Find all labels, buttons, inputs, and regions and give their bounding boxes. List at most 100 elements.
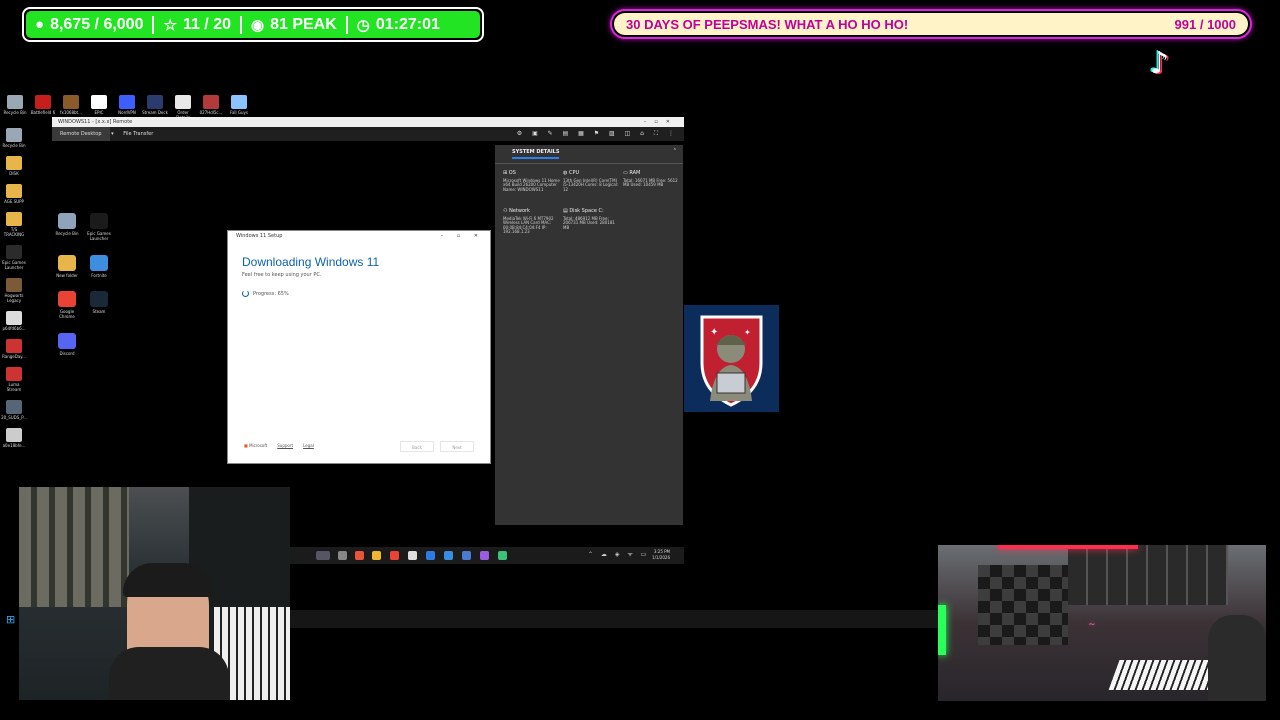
desktop-icon[interactable]: Hogwarts Legacy xyxy=(1,278,27,303)
channel-logo: ✦ ✦ xyxy=(684,305,779,412)
setup-heading: Downloading Windows 11 xyxy=(242,255,380,269)
desktop-icon[interactable]: 027Hdl5c... xyxy=(198,95,224,117)
remote-desktop-icon[interactable]: Google Chrome xyxy=(52,291,82,327)
tab-file-transfer[interactable]: File Transfer xyxy=(115,127,161,141)
setup-subtitle: Feel free to keep using your PC. xyxy=(242,272,322,278)
desktop-icon[interactable]: T/S TRACKING xyxy=(1,212,27,237)
system-tray-icons[interactable]: ⌃ ☁ ◈ ᯤ ▭ xyxy=(588,550,649,558)
desktop-icon-label: Epic Games Launcher xyxy=(2,260,26,270)
network-title: Network xyxy=(509,208,530,214)
app-icon xyxy=(6,128,22,142)
taskbar-clock[interactable]: 3:25 PM 1/1/2026 xyxy=(652,549,670,561)
os-title: OS xyxy=(508,170,516,176)
desktop-icon-label: EPIC xyxy=(94,110,104,115)
app-icon xyxy=(6,278,22,292)
soldier-shield-logo: ✦ ✦ xyxy=(700,315,763,407)
outlook-icon[interactable] xyxy=(426,551,435,560)
desktop-icon[interactable]: fx1068bt... xyxy=(58,95,84,117)
app-icon xyxy=(90,213,108,229)
goal-bar: 30 DAYS OF PEEPSMAS! WHAT A HO HO HO! 99… xyxy=(610,9,1252,39)
app-icon xyxy=(6,245,22,259)
legal-link[interactable]: Legal xyxy=(303,443,314,448)
widgets-icon[interactable] xyxy=(316,551,330,560)
desktop-icon[interactable]: Luma Stream xyxy=(1,367,27,392)
desktop-icon[interactable]: AGE SUPP xyxy=(1,184,27,204)
desktop-icon-label: RangeDay... xyxy=(2,354,26,359)
desktop-icon[interactable]: EPIC xyxy=(86,95,112,117)
svg-text:✦: ✦ xyxy=(710,327,718,338)
remote-desktop-icon-label: Google Chrome xyxy=(59,309,75,319)
system-details-tab[interactable]: SYSTEM DETAILS xyxy=(512,149,560,159)
remote-desktop-icon[interactable]: Steam xyxy=(84,291,114,327)
desktop-icon-label: fx1068bt... xyxy=(60,110,82,115)
remote-desktop-icon[interactable]: Recycle Bin xyxy=(52,213,82,249)
file-explorer-icon[interactable] xyxy=(372,551,381,560)
app-icon xyxy=(35,95,51,109)
cap xyxy=(123,563,213,597)
app-icon xyxy=(90,291,108,307)
task-view-icon[interactable] xyxy=(338,551,347,560)
app-icon xyxy=(6,339,22,353)
remote-window-titlebar: WINDOWS11 - [x.x.x] Remote –▫✕ xyxy=(52,117,684,127)
app-icon xyxy=(63,95,79,109)
desktop-icon[interactable]: Recycle Bin xyxy=(2,95,28,117)
app-icon xyxy=(175,95,191,109)
support-link[interactable]: Support xyxy=(277,443,293,448)
steam-icon[interactable] xyxy=(462,551,471,560)
collapse-icon[interactable]: ⌃ xyxy=(673,148,677,154)
desktop-icon[interactable]: NordVPN xyxy=(114,95,140,117)
desktop-icon[interactable]: Recycle Bin xyxy=(1,128,27,148)
desktop-icon[interactable]: DISK xyxy=(1,156,27,176)
cpu-title: CPU xyxy=(568,170,580,176)
toolbar-action-icons[interactable]: ⚙ ▣ ✎ ▤ ▦ ⚑ ▨ ◫ ⌂ ⛶ ⋮ xyxy=(517,127,678,141)
next-button[interactable]: Next xyxy=(440,441,474,452)
desktop-icon[interactable]: Stream Deck xyxy=(142,95,168,117)
app-icon[interactable] xyxy=(444,551,453,560)
remote-desktop-icon-label: Fortnite xyxy=(91,272,107,278)
desktop-icon-label: Battlefield 6 xyxy=(30,110,56,115)
window-controls[interactable]: –▫✕ xyxy=(644,117,678,127)
discord-icon[interactable] xyxy=(480,551,489,560)
network-details: MediaTek Wi-Fi 6 MT7902 Wireless LAN Car… xyxy=(503,215,554,234)
star-icon: ☆ xyxy=(163,16,177,34)
cpu-details: 13th Gen Intel(R) Core(TM) i5-13420H Cor… xyxy=(563,177,619,192)
desktop-icon[interactable]: Epic Games Launcher xyxy=(1,245,27,270)
remote-app-icon[interactable] xyxy=(498,551,507,560)
setup-window-controls[interactable]: – ▫ ✕ xyxy=(441,231,484,241)
desktop-icon-label: AGE SUPP xyxy=(4,199,24,204)
remote-desktop-icon[interactable]: Epic Games Launcher xyxy=(84,213,114,249)
host-desktop-left-icons: Recycle Bin DISK AGE SUPP T/S TRACKING Epic … xyxy=(1,128,27,468)
desktop-icon[interactable]: Order Details xyxy=(170,95,196,120)
cpu-section: ◍ CPU 13th Gen Intel(R) Core(TM) i5-1342… xyxy=(563,171,621,192)
desktop-icon[interactable]: RangeDay... xyxy=(1,339,27,359)
spinner-icon xyxy=(242,290,249,297)
chrome-icon[interactable] xyxy=(390,551,399,560)
store-icon[interactable] xyxy=(408,551,417,560)
remote-taskbar: ⌃ ☁ ◈ ᯤ ▭ 3:25 PM 1/1/2026 xyxy=(290,547,684,564)
os-section: ⊞ OS Microsoft Windows 11 Home x64 Build… xyxy=(503,171,561,192)
followers-stat: ● 8,675 / 6,000 xyxy=(26,11,152,38)
tab-remote-desktop[interactable]: Remote Desktop xyxy=(52,127,110,141)
desktop-icon[interactable]: 20_SUDS_P... xyxy=(1,400,27,420)
back-button[interactable]: Back xyxy=(400,441,434,452)
desktop-icon[interactable]: Battlefield 6 xyxy=(30,95,56,117)
copilot-icon[interactable] xyxy=(355,551,364,560)
windows-start-icon[interactable]: ⊞ xyxy=(6,613,18,626)
network-icon: ⚇ xyxy=(503,208,508,214)
desktop-icon[interactable]: a0e18bfe... xyxy=(1,428,27,448)
desktop-icon[interactable]: Fall Guys xyxy=(226,95,252,117)
disk-icon: ▤ xyxy=(563,208,568,214)
goal-progress: 991 / 1000 xyxy=(1174,16,1236,32)
remote-desktop-icon[interactable]: Fortnite xyxy=(84,254,114,286)
chevron-down-icon[interactable]: ▾ xyxy=(111,131,114,137)
disk-title: Disk Space C: xyxy=(569,208,604,214)
remote-desktop-icon-label: New folder xyxy=(56,272,78,278)
app-icon xyxy=(231,95,247,109)
app-icon xyxy=(6,367,22,381)
app-icon xyxy=(6,184,22,198)
app-icon xyxy=(119,95,135,109)
desktop-icon[interactable]: p64fd6b6... xyxy=(1,311,27,331)
remote-desktop-icon[interactable]: Discord xyxy=(52,332,82,364)
peak-stat: ◉ 81 PEAK xyxy=(242,11,346,38)
remote-desktop-icon[interactable]: New folder xyxy=(52,254,82,286)
